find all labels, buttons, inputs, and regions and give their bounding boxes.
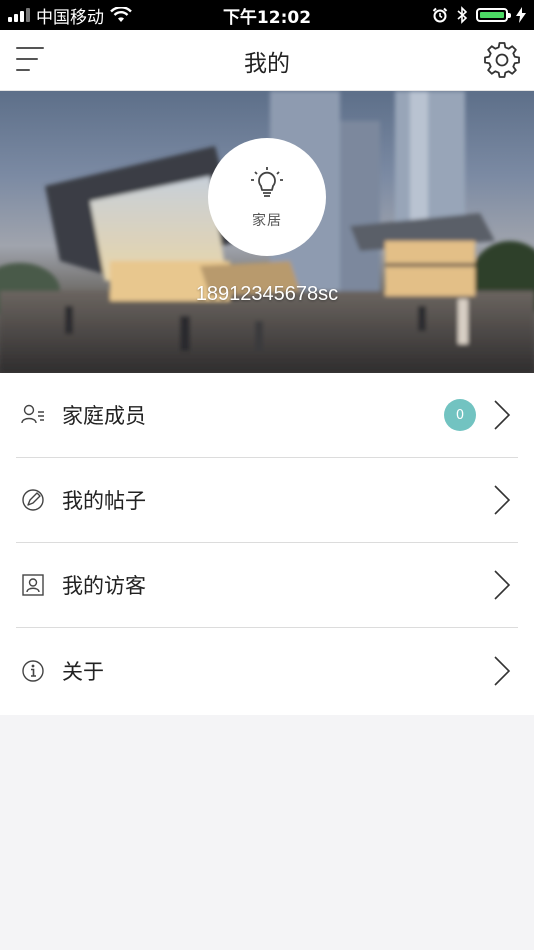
menu-item-my-posts[interactable]: 我的帖子 xyxy=(16,458,518,543)
gear-icon[interactable] xyxy=(484,42,520,78)
menu-item-label: 我的帖子 xyxy=(62,489,146,513)
chevron-right-icon xyxy=(494,485,511,515)
menu-list: 家庭成员 0 我的帖子 我的访客 关于 xyxy=(0,373,534,715)
charging-icon xyxy=(516,7,526,23)
alarm-icon xyxy=(432,7,448,23)
chevron-right-icon xyxy=(494,570,511,600)
menu-item-label: 关于 xyxy=(62,659,104,684)
avatar-label: 家居 xyxy=(252,213,282,229)
menu-item-label: 家庭成员 xyxy=(62,404,146,428)
username: 18912345678sc xyxy=(195,283,339,305)
family-members-icon xyxy=(20,402,46,428)
info-icon xyxy=(20,658,46,684)
battery-icon xyxy=(476,8,511,22)
page-title: 我的 xyxy=(244,50,290,77)
chevron-right-icon xyxy=(494,655,511,686)
menu-item-my-visitors[interactable]: 我的访客 xyxy=(16,543,518,628)
compass-pen-icon xyxy=(20,487,46,513)
status-right xyxy=(432,0,526,30)
bluetooth-icon xyxy=(457,6,468,24)
menu-item-family-members[interactable]: 家庭成员 0 xyxy=(16,373,518,458)
nav-bar: 我的 xyxy=(0,30,534,91)
count-badge: 0 xyxy=(444,399,476,431)
menu-item-about[interactable]: 关于 xyxy=(16,628,518,713)
profile-banner: 家居 18912345678sc xyxy=(0,91,534,373)
menu-item-label: 我的访客 xyxy=(62,574,146,598)
status-bar: 中国移动 下午12:02 xyxy=(0,0,534,30)
lightbulb-icon xyxy=(251,167,283,197)
avatar[interactable]: 家居 xyxy=(208,138,326,256)
chevron-right-icon xyxy=(494,400,511,430)
visitor-card-icon xyxy=(20,572,46,598)
